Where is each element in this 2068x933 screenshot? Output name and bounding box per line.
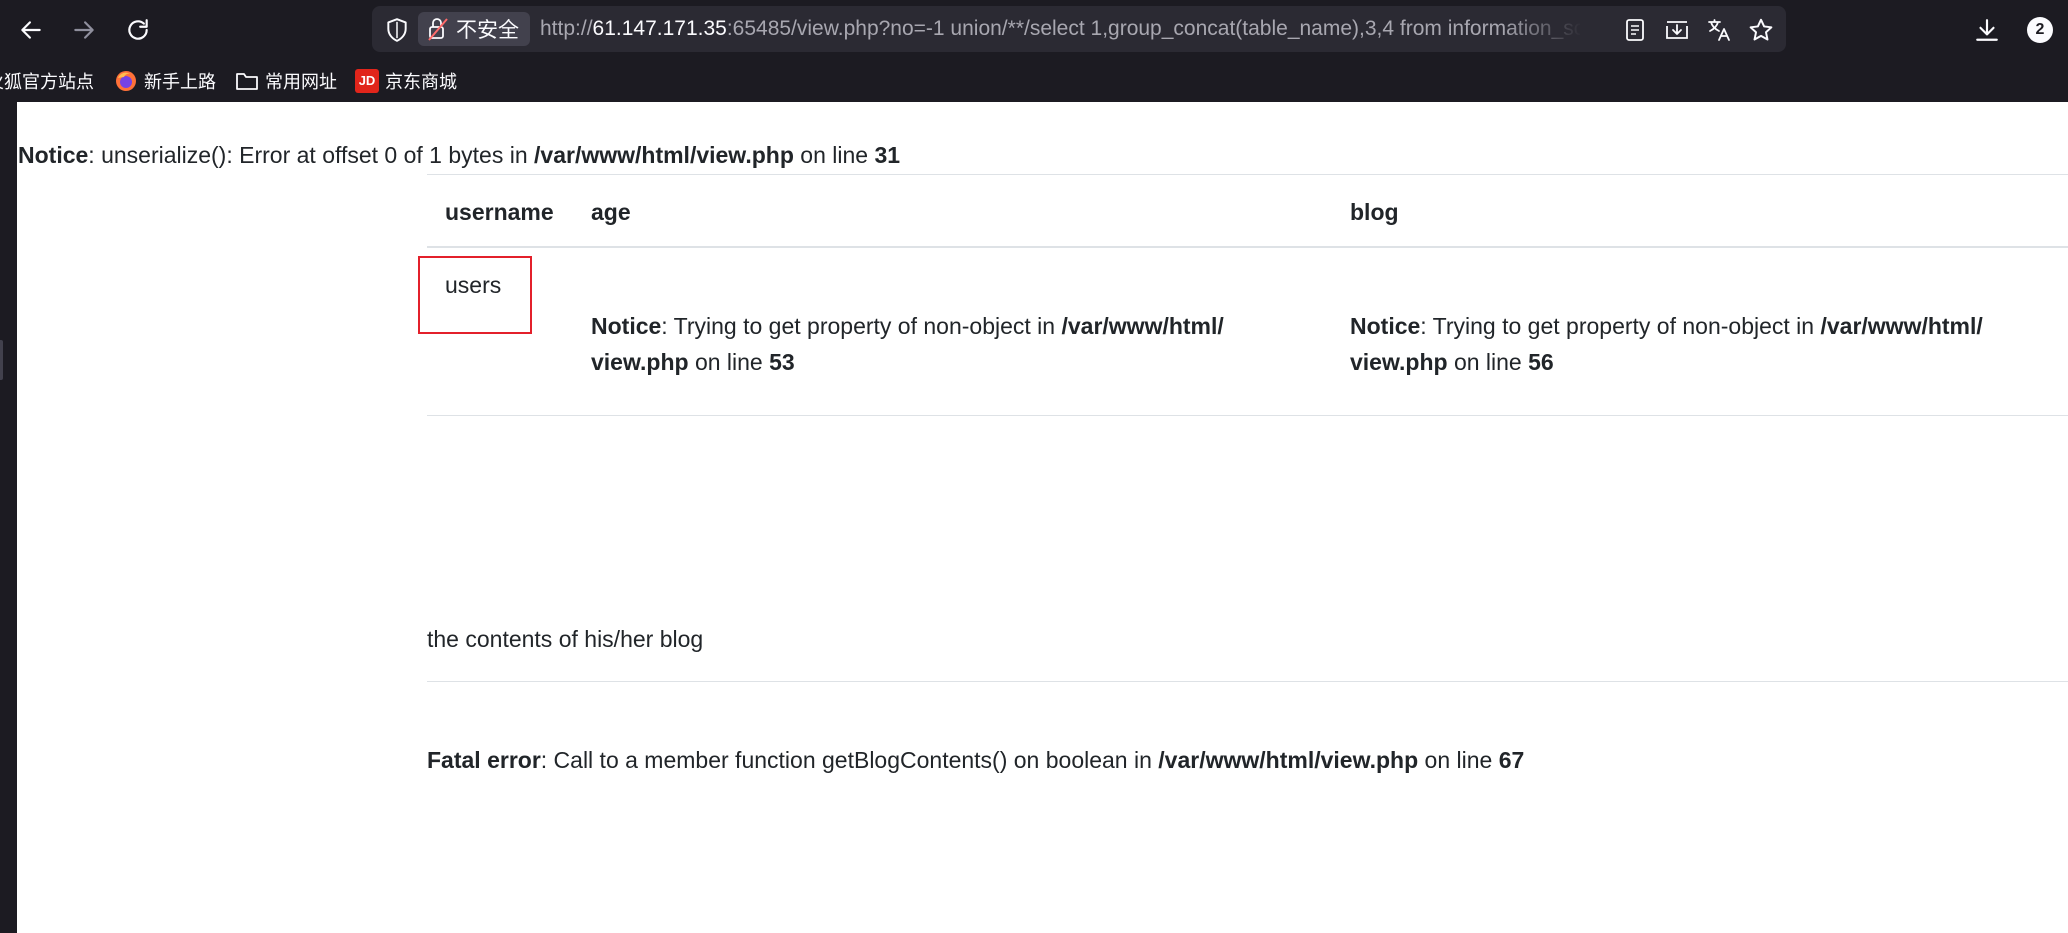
bookmark-label: 火狐官方站点 [0, 72, 94, 92]
download-icon [1976, 19, 1998, 41]
url-bar[interactable]: 不安全 http://61.147.171.35:65485/view.php?… [372, 6, 1786, 52]
sidebar-tab[interactable] [0, 340, 3, 380]
bookmark-star-button[interactable] [1748, 17, 1774, 43]
age-cell-notice: Notice: Trying to get property of non-ob… [591, 313, 1224, 375]
notice-label: Notice [18, 142, 89, 168]
url-text[interactable]: http://61.147.171.35:65485/view.php?no=-… [540, 6, 1580, 52]
reader-view-icon [1626, 19, 1644, 41]
fatal-path: /var/www/html/view.php [1158, 747, 1419, 773]
reload-icon [128, 19, 148, 40]
notice-path: /var/www/html/view.php [534, 142, 794, 168]
bookmark-common-sites[interactable]: 常用网址 [235, 67, 337, 95]
notification-badge: 2 [2027, 17, 2053, 43]
star-icon [1749, 18, 1773, 41]
bookmark-jd-mall[interactable]: JD 京东商城 [355, 67, 457, 95]
bookmark-label: 京东商城 [385, 72, 457, 92]
header-age: age [591, 199, 631, 225]
security-label: 不安全 [456, 19, 519, 42]
back-button[interactable] [13, 12, 49, 48]
blog-cell-notice: Notice: Trying to get property of non-ob… [1350, 313, 1983, 375]
arrow-right-icon [74, 21, 94, 39]
insecure-lock-icon [428, 18, 448, 41]
extensions-badge-button[interactable]: 2 [2022, 12, 2058, 48]
reader-view-button[interactable] [1622, 17, 1648, 43]
header-username: username [445, 199, 554, 225]
content-divider [427, 681, 2068, 682]
header-blog: blog [1350, 199, 1399, 225]
translate-button[interactable] [1706, 17, 1732, 43]
bookmark-label: 新手上路 [144, 72, 216, 92]
url-rest: :65485/view.php?no=-1 union/**/select 1,… [726, 17, 1580, 40]
url-host: 61.147.171.35 [592, 17, 727, 40]
fatal-error: Fatal error: Call to a member function g… [427, 747, 1525, 773]
sidebar-strip [0, 102, 17, 933]
security-indicator[interactable]: 不安全 [418, 12, 530, 46]
notice-unserialize: Notice: unserialize(): Error at offset 0… [18, 142, 901, 168]
bookmark-getting-started[interactable]: 新手上路 [114, 67, 216, 95]
firefox-icon [114, 69, 138, 93]
fatal-line: 67 [1498, 747, 1525, 773]
reload-button[interactable] [120, 12, 156, 48]
save-download-icon [1666, 21, 1688, 39]
blog-contents-text: the contents of his/her blog [427, 626, 704, 652]
url-fade [1502, 10, 1582, 48]
page-content: Notice: unserialize(): Error at offset 0… [17, 102, 2068, 933]
table-top-border [427, 174, 2068, 175]
bookmark-firefox-official[interactable]: 火狐官方站点 [0, 67, 94, 95]
downloads-button[interactable] [1969, 12, 2005, 48]
url-prefix: http:// [540, 17, 593, 40]
save-to-pocket-button[interactable] [1664, 17, 1690, 43]
highlight-box [418, 256, 532, 334]
folder-icon [235, 70, 259, 92]
notice-line: 31 [874, 142, 901, 168]
bookmarks-bar: 火狐官方站点 新手上路 常用网址 JD 京东商城 [0, 60, 2068, 102]
browser-toolbar: 不安全 http://61.147.171.35:65485/view.php?… [0, 0, 2068, 60]
shield-icon[interactable] [384, 17, 410, 43]
translate-icon [1708, 19, 1730, 41]
forward-button[interactable] [66, 12, 102, 48]
arrow-left-icon [21, 21, 41, 39]
table-bottom-border [427, 415, 2068, 416]
jd-icon: JD [355, 69, 379, 93]
table-header-border [427, 246, 2068, 248]
bookmark-label: 常用网址 [265, 72, 337, 92]
fatal-label: Fatal error [427, 747, 541, 773]
jd-logo-text: JD [355, 69, 379, 93]
